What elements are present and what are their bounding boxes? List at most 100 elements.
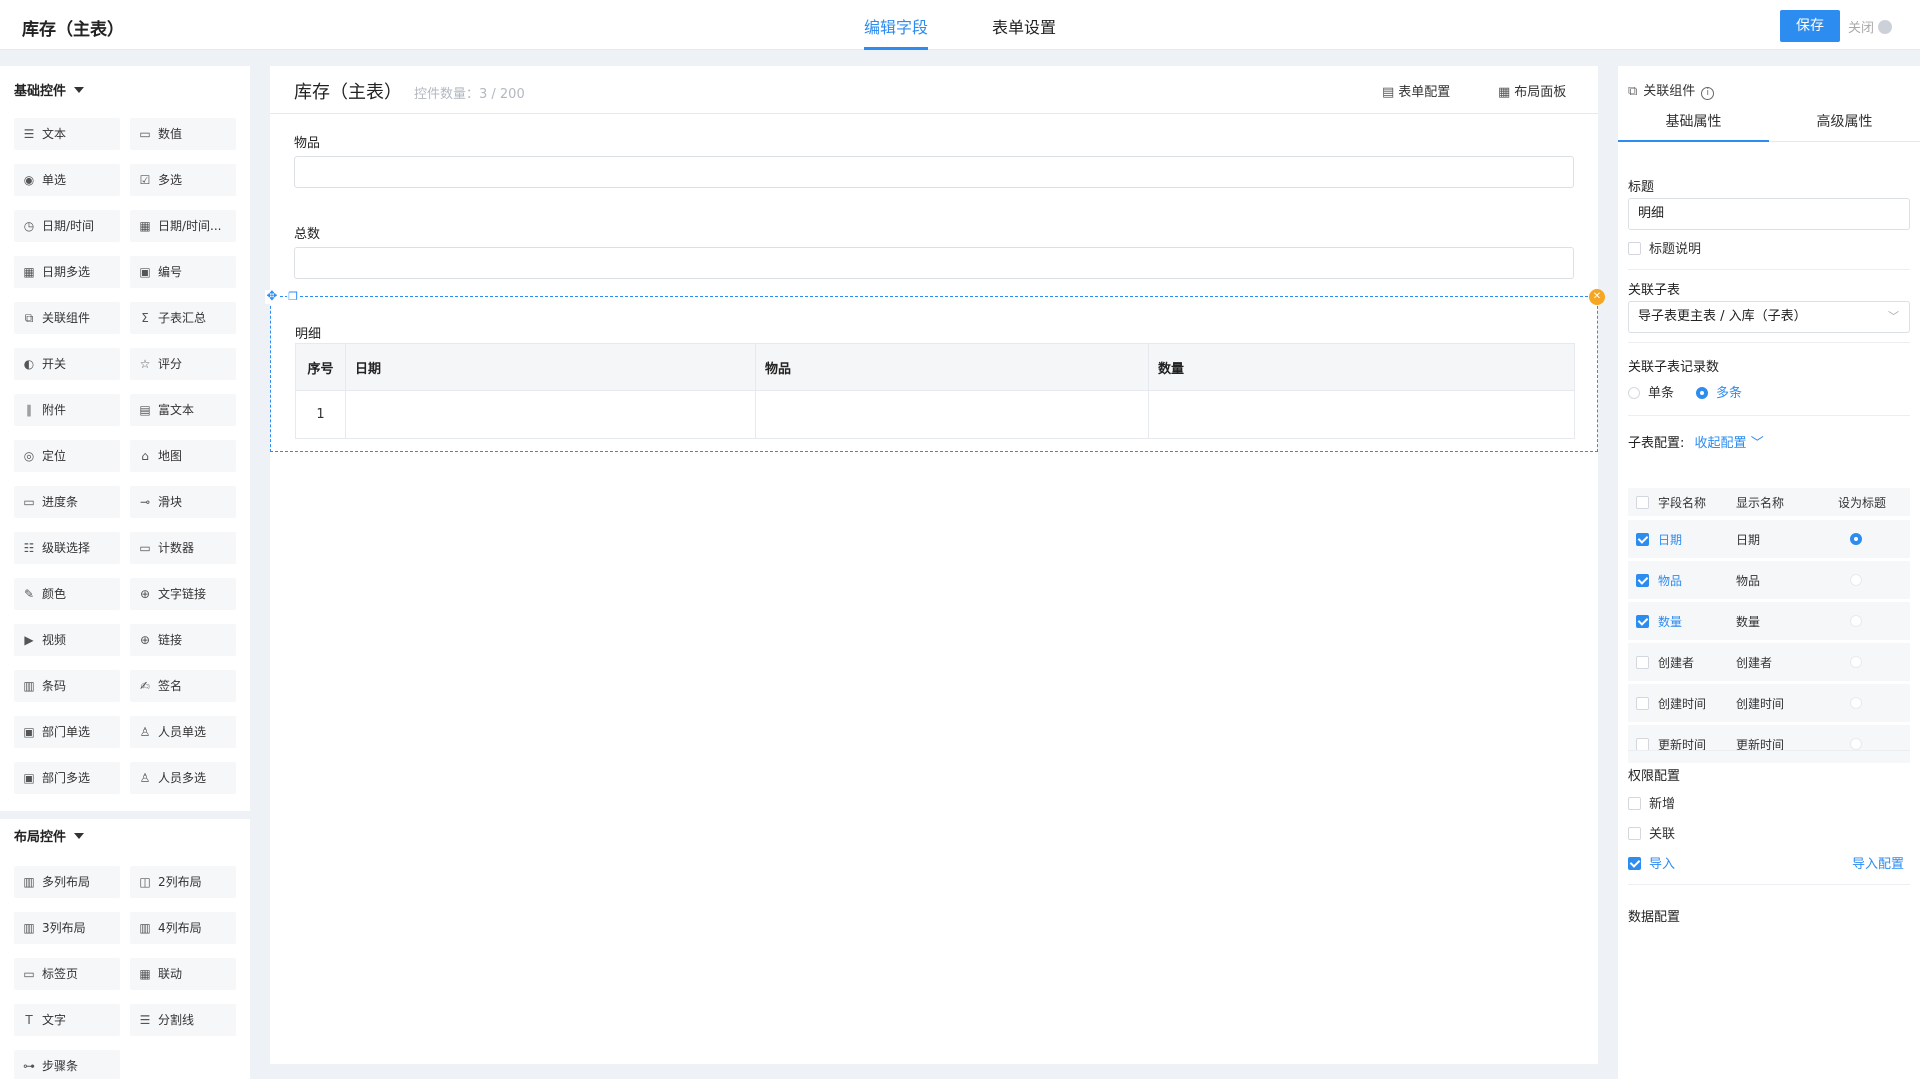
component-palette: 基础控件 ☰ 文本 ▭ 数值 ◉ 单选 ☑ 多选 ◷ 日期/时间 ▦ 日期/时间... ▦ 日期多选 ▣ 编号… <box>0 66 250 1079</box>
palette-item-label: 视频 <box>42 633 67 647</box>
barcode-icon: ▥ <box>23 679 35 693</box>
palette-item[interactable]: ▤ 富文本 <box>130 394 236 426</box>
field-label-item: 物品 <box>294 136 321 151</box>
permission-link-checkbox[interactable]: 关联 <box>1628 823 1675 842</box>
field-checkbox[interactable] <box>1636 725 1649 763</box>
palette-item[interactable]: ▭ 进度条 <box>14 486 120 518</box>
copy-icon[interactable]: ❐ <box>287 290 299 304</box>
palette-item[interactable]: ☆ 评分 <box>130 348 236 380</box>
record-count-label: 关联子表记录数 <box>1628 360 1720 375</box>
config-header-field: 字段名称 <box>1658 495 1707 510</box>
palette-item[interactable]: ◷ 日期/时间 <box>14 210 120 242</box>
palette-item[interactable]: ▣ 部门单选 <box>14 716 120 748</box>
palette-item[interactable]: ⊶ 步骤条 <box>14 1050 120 1079</box>
form-config-button[interactable]: ▤ 表单配置 <box>1382 81 1450 100</box>
palette-item[interactable]: ☑ 多选 <box>130 164 236 196</box>
palette-item[interactable]: ▥ 3列布局 <box>14 912 120 944</box>
title-desc-checkbox[interactable]: 标题说明 <box>1628 238 1701 257</box>
delete-icon[interactable]: ✕ <box>1589 289 1605 305</box>
close-button[interactable]: 关闭 <box>1848 17 1893 36</box>
total-input[interactable] <box>294 247 1574 279</box>
record-single-radio[interactable]: 单条 <box>1628 382 1674 401</box>
palette-item[interactable]: ▭ 标签页 <box>14 958 120 990</box>
table-cell[interactable] <box>345 390 756 439</box>
field-checkbox[interactable] <box>1636 643 1649 681</box>
app-title: 库存（主表） <box>22 20 124 40</box>
palette-item[interactable]: ∥ 附件 <box>14 394 120 426</box>
link-table-select[interactable]: 导子表更主表 / 入库（子表） ﹀ <box>1628 301 1910 333</box>
panel-header-title: 关联组件 <box>1643 84 1696 99</box>
palette-item[interactable]: ⊕ 文字链接 <box>130 578 236 610</box>
config-header-display: 显示名称 <box>1736 495 1785 510</box>
palette-item[interactable]: ✍ 签名 <box>130 670 236 702</box>
palette-item[interactable]: ▥ 4列布局 <box>130 912 236 944</box>
palette-item[interactable]: ⊸ 滑块 <box>130 486 236 518</box>
palette-item[interactable]: ▣ 部门多选 <box>14 762 120 794</box>
title-input[interactable]: 明细 <box>1628 198 1910 230</box>
palette-item-label: 滑块 <box>158 495 183 509</box>
palette-item[interactable]: ⊕ 链接 <box>130 624 236 656</box>
collapse-config-link[interactable]: 收起配置 ﹀ <box>1695 436 1764 451</box>
palette-item[interactable]: ▥ 多列布局 <box>14 866 120 898</box>
import-config-link[interactable]: 导入配置 <box>1852 853 1904 872</box>
palette-item[interactable]: Σ 子表汇总 <box>130 302 236 334</box>
tab-edit-fields[interactable]: 编辑字段 <box>864 14 929 50</box>
tab-advanced-properties[interactable]: 高级属性 <box>1769 102 1920 142</box>
set-title-radio[interactable] <box>1850 561 1862 599</box>
canvas-header: 库存（主表） 控件数量：3 / 200 ▤ 表单配置 ▦ 布局面板 <box>270 66 1598 114</box>
item-input[interactable] <box>294 156 1574 188</box>
field-checkbox[interactable] <box>1636 684 1649 722</box>
move-icon[interactable]: ✥ <box>265 290 279 304</box>
basic-controls-header[interactable]: 基础控件 <box>14 80 85 99</box>
palette-item[interactable]: ▦ 日期/时间... <box>130 210 236 242</box>
palette-item[interactable]: ☰ 文本 <box>14 118 120 150</box>
set-title-radio[interactable] <box>1850 725 1862 763</box>
save-button[interactable]: 保存 <box>1780 10 1840 42</box>
select-all-checkbox[interactable] <box>1636 488 1649 516</box>
set-title-radio[interactable] <box>1850 602 1862 640</box>
palette-item[interactable]: ◫ 2列布局 <box>130 866 236 898</box>
palette-item[interactable]: ☷ 级联选择 <box>14 532 120 564</box>
palette-item[interactable]: T 文字 <box>14 1004 120 1036</box>
layout-controls-header[interactable]: 布局控件 <box>14 826 85 845</box>
field-checkbox[interactable] <box>1636 602 1649 640</box>
selected-subtable-field[interactable]: ✥ ❐ ✕ 明细 序号 日期 物品 数量 1 <box>265 289 1605 452</box>
divider <box>1628 884 1910 885</box>
field-checkbox[interactable] <box>1636 561 1649 599</box>
permission-import-label: 导入 <box>1649 857 1676 872</box>
form-config-label: 表单配置 <box>1398 85 1451 100</box>
palette-item[interactable]: ⧉ 关联组件 <box>14 302 120 334</box>
palette-item[interactable]: ⌂ 地图 <box>130 440 236 472</box>
palette-item[interactable]: ▣ 编号 <box>130 256 236 288</box>
permission-import-checkbox[interactable]: 导入 <box>1628 853 1675 872</box>
permission-add-checkbox[interactable]: 新增 <box>1628 793 1675 812</box>
palette-item[interactable]: ▥ 条码 <box>14 670 120 702</box>
video-icon: ▶ <box>24 633 34 647</box>
palette-item[interactable]: ◐ 开关 <box>14 348 120 380</box>
palette-item[interactable]: ◉ 单选 <box>14 164 120 196</box>
set-title-radio[interactable] <box>1850 684 1862 722</box>
palette-item[interactable]: ✎ 颜色 <box>14 578 120 610</box>
palette-item[interactable]: ♙ 人员单选 <box>130 716 236 748</box>
set-title-radio[interactable] <box>1850 520 1862 558</box>
tab-basic-properties[interactable]: 基础属性 <box>1618 102 1769 142</box>
table-cell[interactable] <box>755 390 1149 439</box>
tab-form-settings[interactable]: 表单设置 <box>992 14 1056 50</box>
field-checkbox[interactable] <box>1636 520 1649 558</box>
palette-item[interactable]: ▦ 联动 <box>130 958 236 990</box>
palette-item[interactable]: ▦ 日期多选 <box>14 256 120 288</box>
palette-item[interactable]: ▭ 计数器 <box>130 532 236 564</box>
palette-item-label: 文字链接 <box>158 587 207 601</box>
set-title-radio[interactable] <box>1850 643 1862 681</box>
record-multi-radio[interactable]: 多条 <box>1696 382 1742 401</box>
palette-item[interactable]: ☰ 分割线 <box>130 1004 236 1036</box>
info-icon[interactable]: i <box>1701 87 1715 100</box>
close-label: 关闭 <box>1848 21 1875 36</box>
table-cell[interactable] <box>1148 390 1575 439</box>
palette-item[interactable]: ▭ 数值 <box>130 118 236 150</box>
palette-item[interactable]: ▶ 视频 <box>14 624 120 656</box>
palette-item[interactable]: ♙ 人员多选 <box>130 762 236 794</box>
config-display-name: 物品 <box>1736 573 1761 588</box>
palette-item[interactable]: ◎ 定位 <box>14 440 120 472</box>
layout-panel-button[interactable]: ▦ 布局面板 <box>1498 81 1566 100</box>
